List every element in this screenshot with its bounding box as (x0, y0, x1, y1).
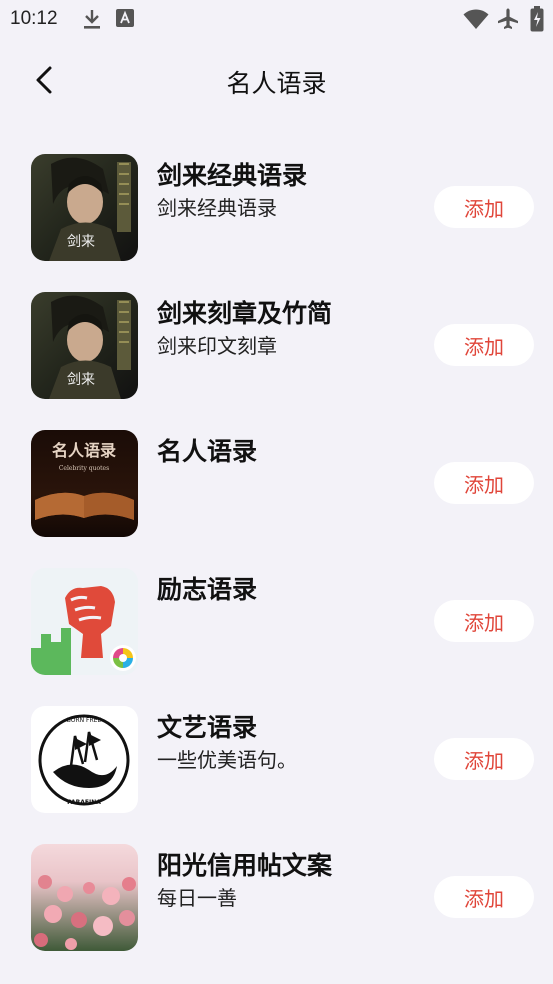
item-title: 剑来经典语录 (157, 161, 308, 190)
download-icon (82, 8, 102, 34)
list-item: 剑来 剑来刻章及竹简 剑来印文刻章 添加 (0, 290, 553, 428)
thumb-caption: 名人语录 (52, 441, 116, 460)
status-time: 10:12 (10, 8, 58, 29)
thumb-caption: 剑来 (67, 234, 95, 250)
item-title: 剑来刻章及竹简 (157, 299, 333, 328)
thumb-subcaption: PARAFINA (67, 799, 101, 806)
page-title: 名人语录 (226, 69, 327, 98)
thumb-subcaption: Celebrity quotes (59, 465, 109, 472)
thumbnail-celebrity-quotes: 名人语录 Celebrity quotes (31, 430, 138, 537)
thumb-caption: BORN FREE (67, 717, 102, 724)
item-subtitle: 一些优美语句。 (157, 748, 297, 772)
quote-source-list: 剑来 剑来经典语录 剑来经典语录 添加 剑来 剑来刻章及竹简 剑来印文刻章 添加… (0, 152, 553, 980)
thumbnail-jianlai: 剑来 (31, 154, 138, 261)
item-title: 名人语录 (157, 437, 258, 466)
thumb-caption: 剑来 (67, 372, 95, 388)
list-item: 剑来 剑来经典语录 剑来经典语录 添加 (0, 152, 553, 290)
item-title: 文艺语录 (157, 713, 258, 742)
thumbnail-jianlai-seal: 剑来 (31, 292, 138, 399)
thumbnail-motivational (31, 568, 138, 675)
item-title: 励志语录 (157, 575, 258, 604)
item-title: 阳光信用帖文案 (157, 851, 333, 880)
item-subtitle: 每日一善 (157, 886, 237, 910)
list-item: BORN FREE PARAFINA 文艺语录 一些优美语句。 添加 (0, 704, 553, 842)
status-bar: 10:12 (0, 0, 553, 38)
wifi-icon (463, 8, 489, 34)
list-item: 阳光信用帖文案 每日一善 添加 (0, 842, 553, 980)
thumbnail-literary: BORN FREE PARAFINA (31, 706, 138, 813)
airplane-mode-icon (496, 7, 520, 35)
add-button[interactable]: 添加 (434, 600, 534, 642)
item-subtitle: 剑来经典语录 (157, 196, 277, 220)
add-button[interactable]: 添加 (434, 324, 534, 366)
add-button[interactable]: 添加 (434, 186, 534, 228)
add-button[interactable]: 添加 (434, 876, 534, 918)
item-subtitle: 剑来印文刻章 (157, 334, 277, 358)
add-button[interactable]: 添加 (434, 462, 534, 504)
battery-charging-icon (530, 6, 544, 36)
thumbnail-sunshine-roses (31, 844, 138, 951)
font-a-icon (116, 9, 134, 31)
list-item: 励志语录 添加 (0, 566, 553, 704)
list-item: 名人语录 Celebrity quotes 名人语录 添加 (0, 428, 553, 566)
top-bar: 名人语录 (0, 52, 553, 110)
add-button[interactable]: 添加 (434, 738, 534, 780)
